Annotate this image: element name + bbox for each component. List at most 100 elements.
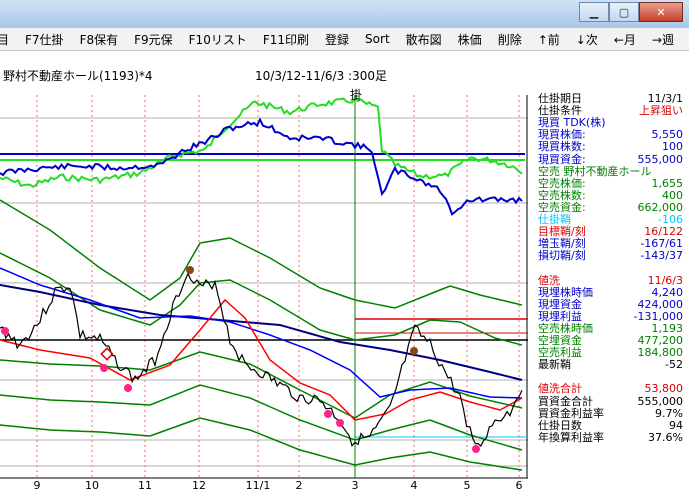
menu-bar: 目 F7仕掛 F8保有 F9元保 F10リスト F11印刷 登録 Sort 散布図 株価 削除 ↑前 ↓… <box>0 28 689 51</box>
panel-row: 買資金合計 555,000 <box>538 395 683 408</box>
panel-row: 現買資金: 555,000 <box>538 153 683 166</box>
panel-label: 空売株価: <box>538 176 586 190</box>
panel-label: 値洗 <box>538 273 560 287</box>
menu-item-7[interactable]: Sort <box>365 32 390 46</box>
menu-item-3[interactable]: F9元保 <box>134 31 173 48</box>
panel-row: 値洗合計 53,800 <box>538 382 683 395</box>
panel-value: 400 <box>662 188 683 202</box>
panel-row: 仕掛日数 94 <box>538 419 683 432</box>
panel-value: 555,000 <box>637 152 684 166</box>
pink-marker <box>336 419 344 427</box>
panel-label: 空売資金: <box>538 200 586 214</box>
menu-item-8[interactable]: 散布図 <box>406 31 442 48</box>
x-tick-label: 11/1 <box>246 479 271 492</box>
menu-item-5[interactable]: F11印刷 <box>263 31 309 48</box>
panel-value: 1,193 <box>651 321 684 335</box>
menu-item-0[interactable]: 目 <box>0 31 9 48</box>
panel-value: 555,000 <box>637 394 684 408</box>
menu-item-9[interactable]: 株価 <box>458 31 482 48</box>
green-ratio-line <box>0 96 523 188</box>
panel-row: 空売株価: 1,655 <box>538 177 683 190</box>
minimize-icon[interactable]: ▁ <box>579 2 609 22</box>
panel-value: 1,655 <box>651 176 684 190</box>
panel-label: 現埋資金 <box>538 297 582 311</box>
brown-marker <box>410 347 418 355</box>
maximize-icon[interactable]: ▢ <box>609 2 639 22</box>
panel-label: 現埋利益 <box>538 309 582 323</box>
panel-row: 買資金利益率 9.7% <box>538 407 683 420</box>
panel-row: 空売株時価 1,193 <box>538 322 683 335</box>
pink-marker <box>324 410 332 418</box>
panel-label: 買資金利益率 <box>538 406 604 420</box>
menu-item-6[interactable]: 登録 <box>325 31 349 48</box>
panel-value: 9.7% <box>655 406 683 420</box>
panel-row: 現埋株時価 4,240 <box>538 286 683 299</box>
x-tick-label: 9 <box>34 479 41 492</box>
band-upper-1 <box>0 252 523 346</box>
menu-item-4[interactable]: F10リスト <box>189 31 247 48</box>
entry-marker-label: 掛 <box>350 87 362 102</box>
menu-item-13[interactable]: ←月 <box>614 31 636 48</box>
panel-value: 100 <box>662 140 683 154</box>
panel-value: -52 <box>665 358 683 372</box>
panel-value: 11/6/3 <box>647 273 683 287</box>
x-tick-label: 11 <box>138 479 152 492</box>
panel-label: 仕掛日数 <box>538 418 582 432</box>
panel-label: 空売 野村不動産ホール <box>538 164 652 178</box>
panel-value: 5,550 <box>651 128 684 142</box>
panel-value: 4,240 <box>651 285 684 299</box>
brown-marker <box>186 266 194 274</box>
panel-value: -143/37 <box>640 249 683 263</box>
menu-item-10[interactable]: 削除 <box>498 31 522 48</box>
chart-area[interactable]: 掛 9 10 11 12 11/1 2 3 4 5 6 <box>0 51 528 499</box>
pink-marker <box>100 364 108 372</box>
panel-value: 上昇狙い <box>639 104 683 118</box>
blue-ratio-line <box>0 117 523 216</box>
panel-label: 損切鞘/刻 <box>538 249 586 263</box>
panel-value: 53,800 <box>644 382 684 396</box>
band-upper-2 <box>0 199 523 309</box>
panel-row: 年換算利益率 37.6% <box>538 431 683 444</box>
title-bar: ▁ ▢ ✕ <box>0 0 689 28</box>
x-tick-label: 5 <box>464 479 471 492</box>
panel-label: 空売株時価 <box>538 321 593 335</box>
menu-item-2[interactable]: F8保有 <box>80 31 119 48</box>
panel-row: 現埋資金 424,000 <box>538 298 683 311</box>
menu-item-12[interactable]: ↓次 <box>576 31 598 48</box>
panel-value: 16/122 <box>644 225 683 239</box>
panel-value: -167/61 <box>640 237 683 251</box>
panel-label: 値洗合計 <box>538 382 582 396</box>
panel-value: -131,000 <box>633 309 683 323</box>
panel-label: 空売株数: <box>538 188 586 202</box>
panel-value: 37.6% <box>648 430 683 444</box>
menu-item-11[interactable]: ↑前 <box>538 31 560 48</box>
panel-label: 現埋株時価 <box>538 285 593 299</box>
x-tick-label: 10 <box>85 479 99 492</box>
menu-item-14[interactable]: →週 <box>652 31 674 48</box>
x-tick-label: 3 <box>352 479 359 492</box>
panel-row: 現買株数: 100 <box>538 140 683 153</box>
pink-marker <box>472 445 480 453</box>
info-panel: 仕掛期日 11/3/1 仕掛条件 上昇狙い 現買 TDK(株) 現買株価: 5,550 現買株… <box>530 51 689 499</box>
panel-row: 空売株数: 400 <box>538 189 683 202</box>
panel-label: 現買株数: <box>538 140 586 154</box>
x-tick-label: 6 <box>516 479 523 492</box>
panel-label: 現買資金: <box>538 152 586 166</box>
panel-row: 空売資金: 662,000 <box>538 201 683 214</box>
menu-item-1[interactable]: F7仕掛 <box>25 31 64 48</box>
x-tick-label: 2 <box>296 479 303 492</box>
panel-value: 662,000 <box>637 200 684 214</box>
panel-value: 94 <box>669 418 683 432</box>
range-label: 10/3/12-11/6/3 :300足 <box>255 69 387 83</box>
pink-marker <box>124 384 132 392</box>
panel-row: 現埋利益 -131,000 <box>538 310 683 323</box>
close-icon[interactable]: ✕ <box>639 2 683 22</box>
panel-label: 最新鞘 <box>538 358 571 372</box>
panel-row: 空売 野村不動産ホール <box>538 165 683 178</box>
panel-value: -106 <box>658 213 683 226</box>
window-controls: ▁ ▢ ✕ <box>579 2 683 22</box>
panel-value: 477,200 <box>637 334 684 347</box>
stock-label: 野村不動産ホール(1193)*4 <box>3 69 153 83</box>
panel-row: 損切鞘/刻 -143/37 <box>538 249 683 262</box>
pink-marker <box>1 327 9 335</box>
